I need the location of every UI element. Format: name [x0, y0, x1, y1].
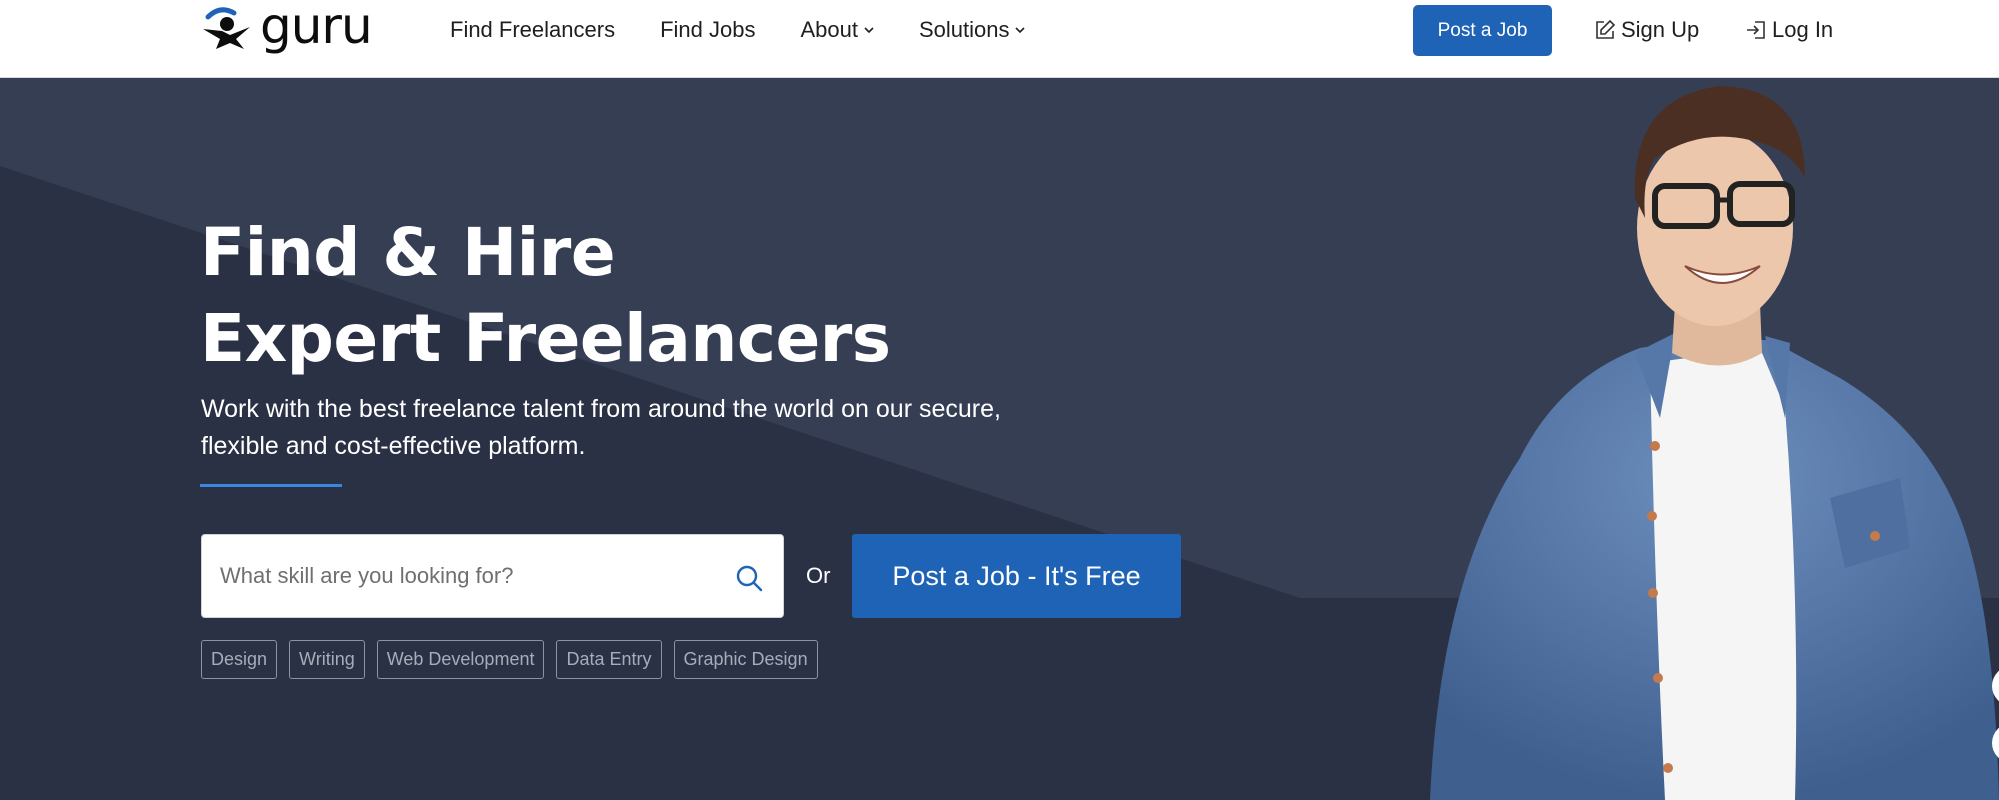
freelancer-photo [1430, 86, 1999, 800]
chevron-down-icon [1015, 27, 1026, 34]
login-icon [1747, 21, 1765, 39]
search-icon[interactable] [735, 564, 763, 592]
floating-widget-edge[interactable] [1990, 668, 1999, 778]
sign-up-label: Sign Up [1621, 17, 1700, 42]
nav-label: Find Freelancers [450, 17, 616, 42]
hero-title-line2: Expert Freelancers [200, 300, 891, 377]
popular-skill-tags: Design Writing Web Development Data Entr… [201, 640, 830, 679]
guru-logo[interactable]: guru [200, 0, 386, 55]
chevron-down-icon [864, 27, 874, 34]
skill-search-box [201, 534, 784, 618]
sign-up-link[interactable]: Sign Up [1594, 0, 1699, 60]
post-job-button[interactable]: Post a Job [1413, 5, 1552, 56]
nav-about[interactable]: About [800, 17, 874, 43]
nav-find-jobs[interactable]: Find Jobs [660, 17, 755, 43]
hero-subtitle: Work with the best freelance talent from… [201, 395, 1001, 460]
or-label: Or [806, 563, 831, 588]
tag-writing[interactable]: Writing [289, 640, 365, 679]
logo-wordmark: guru [260, 0, 373, 55]
hero-title-line1: Find & Hire [200, 214, 616, 291]
accent-divider [200, 484, 342, 487]
main-nav: Find Freelancers Find Jobs About Solutio… [450, 0, 1070, 60]
post-job-free-button[interactable]: Post a Job - It's Free [852, 534, 1181, 618]
nav-find-freelancers[interactable]: Find Freelancers [450, 17, 615, 43]
nav-label: Solutions [918, 17, 1010, 42]
tag-graphic-design[interactable]: Graphic Design [673, 640, 818, 679]
log-in-label: Log In [1772, 17, 1834, 42]
nav-label: Find Jobs [660, 17, 756, 42]
tag-design[interactable]: Design [201, 640, 278, 679]
nav-label: About [800, 17, 858, 42]
tag-data-entry[interactable]: Data Entry [556, 640, 662, 679]
edit-icon [1596, 19, 1616, 39]
skill-search-input[interactable] [220, 535, 720, 617]
nav-solutions[interactable]: Solutions [919, 17, 1026, 43]
guru-logo-icon [203, 7, 250, 49]
log-in-link[interactable]: Log In [1745, 0, 1833, 60]
tag-web-development[interactable]: Web Development [376, 640, 545, 679]
site-header: guru Find Freelancers Find Jobs About So… [0, 0, 1999, 78]
hero-section: Find & Hire Expert Freelancers Work with… [0, 78, 1999, 800]
hero-title: Find & Hire Expert Freelancers [200, 210, 891, 382]
